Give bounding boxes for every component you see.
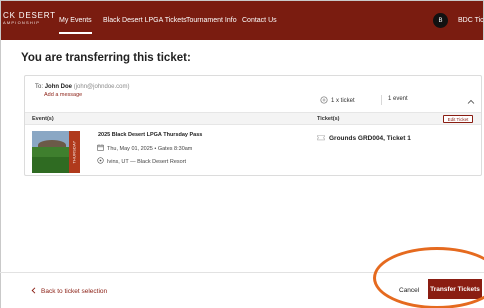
nav-my-events-label: My Events (59, 17, 92, 24)
recipient-name: John Doe (44, 84, 73, 90)
transfer-tickets-button[interactable]: Transfer Tickets (428, 279, 482, 299)
back-link-label: Back to ticket selection (41, 288, 108, 295)
edit-ticket-button[interactable]: Edit Ticket (443, 115, 473, 123)
chevron-left-icon (31, 287, 36, 296)
ticket-count: 1 x ticket (320, 96, 355, 106)
nav-lpga-tickets[interactable]: Black Desert LPGA Tickets (103, 16, 187, 25)
nav-contact-us[interactable]: Contact Us (242, 16, 277, 25)
nav-my-events[interactable]: My Events (59, 16, 92, 34)
back-to-selection-link[interactable]: Back to ticket selection (31, 287, 107, 296)
ticket-label: Grounds GRD004, Ticket 1 (329, 135, 411, 142)
location-pin-icon (97, 157, 104, 166)
event-date-row: Thu, May 01, 2025 • Gates 8:30am (97, 144, 192, 153)
events-column-header: Event(s) (32, 116, 54, 122)
brand-top-text: CK DESERT (3, 11, 56, 20)
event-count: 1 event (388, 96, 408, 102)
transfer-card: To: John Doe (john@johndoe.com) Add a me… (24, 75, 482, 176)
day-badge: THURSDAY (69, 131, 80, 173)
to-label: To: (35, 84, 44, 90)
summary-divider (381, 95, 382, 105)
top-navigation: CK DESERT AMPIONSHIP My Events Black Des… (0, 0, 484, 40)
day-badge-label: THURSDAY (72, 140, 77, 164)
active-tab-indicator (59, 32, 92, 34)
calendar-icon (97, 144, 104, 153)
add-message-link[interactable]: Add a message (44, 92, 82, 98)
tickets-column-header: Ticket(s) (317, 116, 340, 122)
event-name: 2025 Black Desert LPGA Thursday Pass (98, 132, 203, 138)
recipient-line: To: John Doe (john@johndoe.com) (35, 84, 130, 90)
brand-logo[interactable]: CK DESERT AMPIONSHIP (3, 11, 56, 26)
chevron-up-icon[interactable] (465, 94, 477, 104)
nav-tournament-info[interactable]: Tournament Info (186, 16, 237, 25)
table-header: Event(s) Ticket(s) Edit Ticket (25, 112, 481, 125)
event-thumbnail: THURSDAY (32, 131, 80, 173)
ticket-icon (317, 134, 325, 143)
avatar[interactable]: B (433, 13, 448, 28)
account-name[interactable]: BDC Tic (458, 16, 484, 25)
ticket-icon (320, 96, 328, 106)
event-location: Ivins, UT — Black Desert Resort (107, 158, 187, 165)
frame-edge (0, 40, 1, 308)
ticket-count-label: 1 x ticket (331, 98, 355, 104)
cancel-button[interactable]: Cancel (399, 287, 419, 294)
footer-divider (0, 272, 484, 273)
ticket-entry: Grounds GRD004, Ticket 1 (317, 134, 411, 143)
event-date: Thu, May 01, 2025 • Gates 8:30am (107, 145, 193, 152)
brand-bottom-text: AMPIONSHIP (3, 20, 41, 25)
recipient-email: (john@johndoe.com) (73, 84, 130, 90)
event-location-row: Ivins, UT — Black Desert Resort (97, 157, 186, 166)
page-title: You are transferring this ticket: (21, 52, 191, 64)
